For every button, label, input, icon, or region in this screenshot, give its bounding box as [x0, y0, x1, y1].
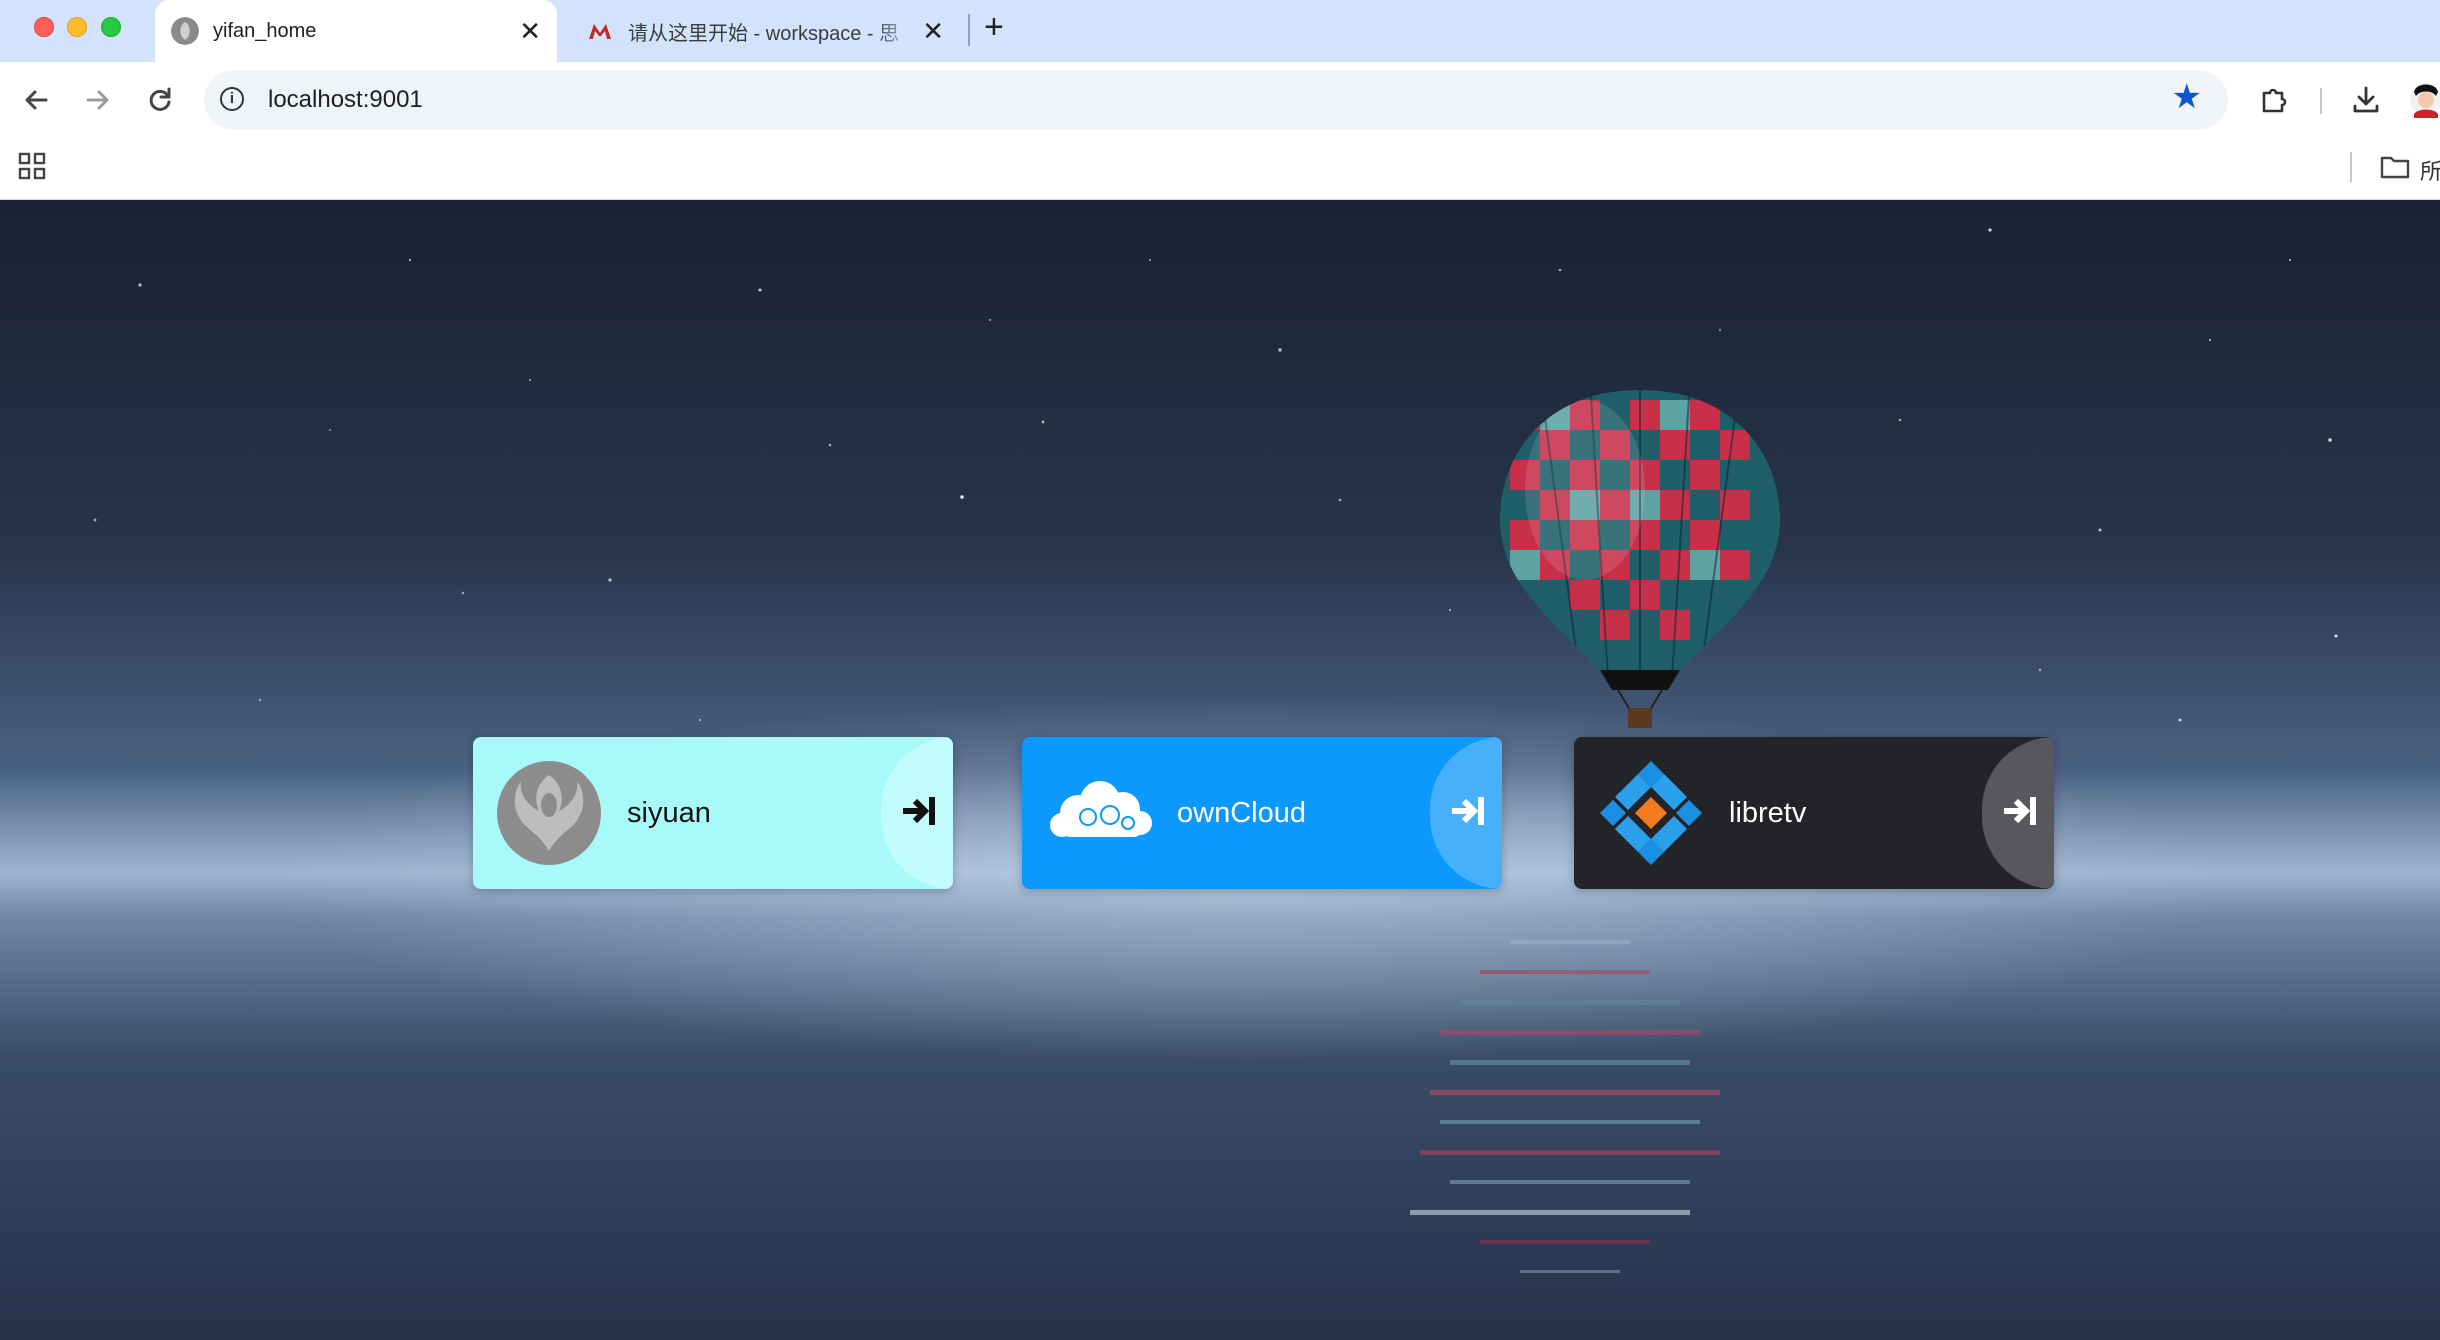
starry-sky-background [93, 228, 2338, 722]
tab-title: 请从这里开始 - workspace - 思 [628, 22, 900, 45]
hot-air-balloon-image [1500, 390, 1780, 728]
app-card-owncloud[interactable]: ownCloud [1022, 737, 1502, 889]
app-name: siyuan [627, 797, 711, 829]
bookmark-star-icon[interactable]: ★ [2172, 80, 2202, 114]
owncloud-logo-icon [1050, 781, 1152, 837]
open-app-button[interactable] [1430, 737, 1502, 889]
download-icon[interactable] [2350, 84, 2382, 116]
tab-title: yifan_home [213, 19, 317, 42]
sign-in-arrow-icon [1452, 797, 1484, 825]
bookmarks-bar: 所 [0, 138, 2440, 200]
sign-in-arrow-icon [2004, 797, 2036, 825]
tab-yifan-home[interactable]: yifan_home ✕ [155, 0, 557, 62]
forward-icon[interactable] [82, 84, 114, 116]
reload-icon[interactable] [144, 84, 176, 116]
toolbar-separator [2320, 88, 2322, 114]
app-name: libretv [1729, 797, 1807, 829]
balloon-reflection [1410, 940, 1720, 1273]
browser-toolbar: i localhost:9001 ★ [0, 62, 2440, 138]
tab-workspace[interactable]: 请从这里开始 - workspace - 思 ✕ [570, 0, 960, 62]
open-app-button[interactable] [1982, 737, 2054, 889]
siyuan-favicon-icon [171, 17, 199, 45]
profile-avatar[interactable] [2406, 78, 2440, 120]
app-name: ownCloud [1177, 797, 1306, 829]
close-window-button[interactable] [34, 17, 54, 37]
address-bar[interactable]: i localhost:9001 ★ [204, 70, 2228, 130]
tab-separator [968, 14, 970, 46]
bookmarks-separator [2350, 152, 2352, 182]
site-info-icon[interactable]: i [220, 87, 244, 111]
open-app-button[interactable] [881, 737, 953, 889]
url-text[interactable]: localhost:9001 [268, 86, 423, 114]
tab-bar: yifan_home ✕ 请从这里开始 - workspace - 思 ✕ + [0, 0, 2440, 62]
back-icon[interactable] [20, 84, 52, 116]
minimize-window-button[interactable] [67, 17, 87, 37]
app-card-libretv[interactable]: libretv [1574, 737, 2054, 889]
close-tab-icon[interactable]: ✕ [922, 18, 944, 44]
apps-grid-icon[interactable] [18, 152, 46, 180]
close-tab-icon[interactable]: ✕ [519, 18, 541, 44]
extensions-icon[interactable] [2258, 84, 2290, 116]
maximize-window-button[interactable] [101, 17, 121, 37]
page-background: siyuan ownCloud libretv [0, 200, 2440, 1340]
all-bookmarks-label[interactable]: 所 [2420, 154, 2440, 186]
new-tab-icon[interactable]: + [984, 10, 1004, 44]
folder-icon[interactable] [2380, 154, 2410, 180]
siyuan-logo-icon [497, 761, 601, 865]
libretv-logo-icon [1600, 761, 1702, 865]
app-card-siyuan[interactable]: siyuan [473, 737, 953, 889]
workspace-favicon-icon [589, 24, 611, 39]
sign-in-arrow-icon [903, 797, 935, 825]
